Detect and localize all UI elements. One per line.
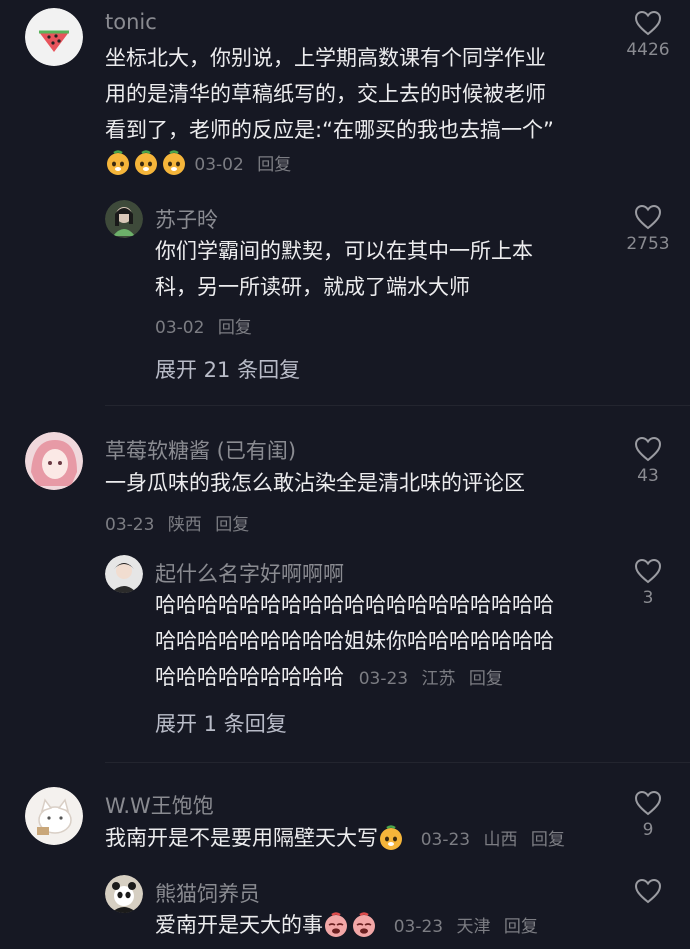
reply-author[interactable]: 苏子昤 bbox=[155, 204, 218, 234]
comment-date: 03-02 bbox=[194, 155, 244, 175]
reply-meta: 03-02 回复 bbox=[155, 313, 252, 338]
comment-text-line: 一身瓜味的我怎么敢沾染全是清北味的评论区 bbox=[105, 471, 525, 495]
heart-outline-icon bbox=[634, 436, 662, 462]
comment-list: tonic 坐标北大，你别说，上学期高数课有个同学作业 用的是清华的草稿纸写的，… bbox=[0, 0, 690, 947]
reply-button[interactable]: 回复 bbox=[531, 830, 565, 850]
comment-location: 陕西 bbox=[167, 515, 202, 535]
reply-text-line: 哈哈哈哈哈哈哈哈哈 03-23 江苏 回复 bbox=[155, 659, 554, 697]
avatar-user[interactable] bbox=[105, 555, 143, 593]
reply-location: 天津 bbox=[456, 917, 491, 937]
orange-face-emoji-icon bbox=[133, 150, 159, 176]
comment-meta: 03-23 陕西 回复 bbox=[105, 510, 249, 535]
avatar-cat[interactable] bbox=[25, 787, 83, 845]
like-button[interactable]: 2753 bbox=[618, 204, 678, 254]
comment-text-line: 看到了，老师的反应是:“在哪买的我也去搞一个” bbox=[105, 118, 554, 142]
avatar-watermelon[interactable] bbox=[25, 8, 83, 66]
reply-text: 哈哈哈哈哈哈哈哈哈哈哈哈哈哈哈哈哈哈哈 哈哈哈哈哈哈哈哈哈姐妹你哈哈哈哈哈哈哈 … bbox=[155, 587, 554, 697]
comment-meta: 03-23 山西 回复 bbox=[421, 830, 565, 850]
reply-date: 03-23 bbox=[358, 669, 409, 689]
expand-replies-button[interactable]: 展开 1 条回复 bbox=[155, 708, 287, 738]
comment-text: 我南开是不是要用隔壁天大写 03-23 山西 回复 bbox=[105, 820, 565, 858]
reply-text-line: 哈哈哈哈哈哈哈哈哈姐妹你哈哈哈哈哈哈哈 bbox=[155, 629, 554, 653]
like-count: 4426 bbox=[626, 40, 670, 60]
comment-author[interactable]: tonic bbox=[105, 10, 157, 34]
heart-outline-icon bbox=[634, 10, 662, 36]
orange-face-emoji-icon bbox=[105, 150, 131, 176]
reply-text-line-start: 爱南开是天大的事 bbox=[155, 913, 323, 937]
reply-button[interactable]: 回复 bbox=[215, 515, 249, 535]
reply-date: 03-02 bbox=[155, 318, 205, 338]
avatar-user[interactable] bbox=[105, 200, 143, 238]
heart-outline-icon bbox=[634, 790, 662, 816]
comment-location: 山西 bbox=[483, 830, 518, 850]
reply-text: 爱南开是天大的事 03-23 天津 回复 bbox=[155, 907, 538, 945]
like-button[interactable] bbox=[618, 878, 678, 904]
comment-date: 03-23 bbox=[420, 830, 471, 850]
avatar-anime-girl[interactable] bbox=[25, 432, 83, 490]
comment-text-line: 我南开是不是要用隔壁天大写 03-23 山西 回复 bbox=[105, 820, 565, 858]
avatar-panda[interactable] bbox=[105, 875, 143, 913]
reply-meta: 03-23 天津 回复 bbox=[394, 917, 538, 937]
comment-text-line-start: 我南开是不是要用隔壁天大写 bbox=[105, 826, 378, 850]
like-count: 43 bbox=[637, 466, 659, 486]
reply-meta: 03-23 江苏 回复 bbox=[359, 669, 503, 689]
reply-text-line: 哈哈哈哈哈哈哈哈哈哈哈哈哈哈哈哈哈哈哈 bbox=[155, 593, 554, 617]
reply-text-line: 爱南开是天大的事 03-23 天津 回复 bbox=[155, 907, 538, 945]
reply-text-line-end: 哈哈哈哈哈哈哈哈哈 bbox=[155, 665, 344, 689]
reply-button[interactable]: 回复 bbox=[218, 318, 252, 338]
reply-text-line: 你们学霸间的默契，可以在其中一所上本 bbox=[155, 239, 533, 263]
comment-text-line: 用的是清华的草稿纸写的，交上去的时候被老师 bbox=[105, 82, 546, 106]
heart-outline-icon bbox=[634, 878, 662, 904]
crying-face-emoji-icon bbox=[323, 912, 349, 938]
comment-text-line: 坐标北大，你别说，上学期高数课有个同学作业 bbox=[105, 46, 546, 70]
reply-author[interactable]: 熊猫饲养员 bbox=[155, 878, 260, 908]
reply-text: 你们学霸间的默契，可以在其中一所上本 科，另一所读研，就成了端水大师 bbox=[155, 233, 533, 305]
like-button[interactable]: 9 bbox=[618, 790, 678, 840]
comment-text: 一身瓜味的我怎么敢沾染全是清北味的评论区 bbox=[105, 465, 525, 501]
heart-outline-icon bbox=[634, 558, 662, 584]
reply-date: 03-23 bbox=[393, 917, 444, 937]
orange-face-emoji-icon bbox=[161, 150, 187, 176]
reply-button[interactable]: 回复 bbox=[257, 155, 291, 175]
comment-author[interactable]: W.W王饱饱 bbox=[105, 790, 214, 820]
reply-button[interactable]: 回复 bbox=[469, 669, 503, 689]
orange-face-emoji-icon bbox=[378, 825, 404, 851]
like-button[interactable]: 4426 bbox=[618, 10, 678, 60]
divider bbox=[105, 762, 690, 763]
like-count: 2753 bbox=[626, 234, 670, 254]
comment-meta: 03-02 回复 bbox=[105, 150, 291, 176]
like-count: 9 bbox=[642, 820, 654, 840]
comment-text: 坐标北大，你别说，上学期高数课有个同学作业 用的是清华的草稿纸写的，交上去的时候… bbox=[105, 40, 554, 148]
like-button[interactable]: 43 bbox=[618, 436, 678, 486]
comment-author[interactable]: 草莓软糖酱 (已有闺) bbox=[105, 435, 296, 465]
like-count: 3 bbox=[642, 588, 654, 608]
heart-outline-icon bbox=[634, 204, 662, 230]
reply-location: 江苏 bbox=[421, 669, 456, 689]
divider bbox=[105, 405, 690, 406]
crying-face-emoji-icon bbox=[351, 912, 377, 938]
reply-author[interactable]: 起什么名字好啊啊啊 bbox=[155, 558, 344, 588]
comment-date: 03-23 bbox=[105, 515, 155, 535]
expand-replies-button[interactable]: 展开 21 条回复 bbox=[155, 354, 300, 384]
reply-text-line: 科，另一所读研，就成了端水大师 bbox=[155, 275, 470, 299]
like-button[interactable]: 3 bbox=[618, 558, 678, 608]
reply-button[interactable]: 回复 bbox=[504, 917, 538, 937]
